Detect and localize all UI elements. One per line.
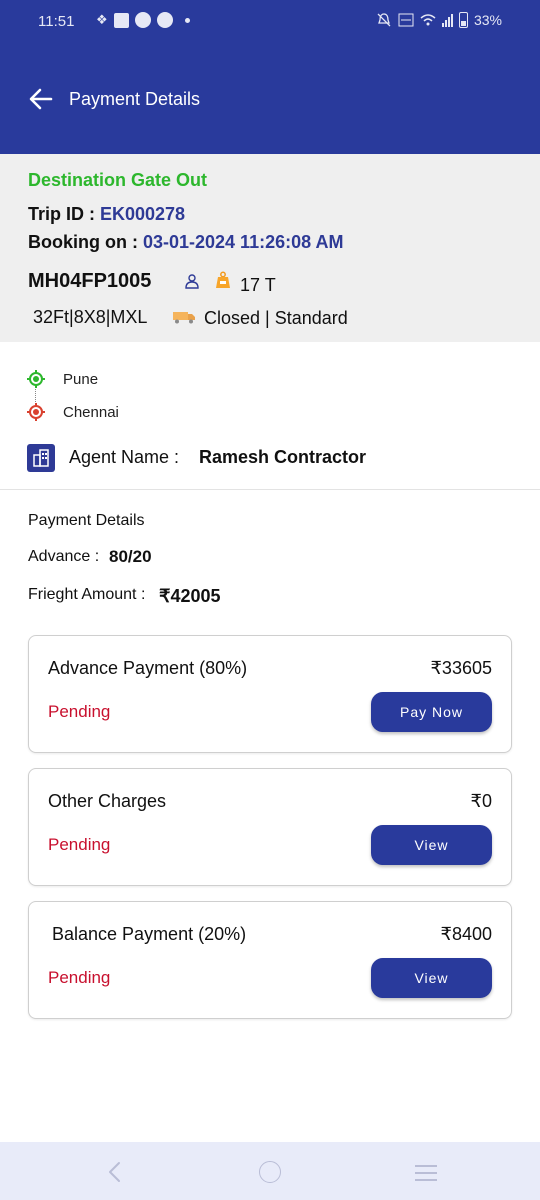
view-button[interactable]: View [371,825,492,865]
booking-label: Booking on : [28,232,143,252]
payment-details-heading: Payment Details [28,512,145,529]
signal-icon [441,13,453,27]
driver-icon [185,274,199,289]
vehicle-body-type: Closed | Standard [204,308,348,328]
vehicle-weight: 17 T [240,275,276,295]
pay-now-button[interactable]: Pay Now [371,692,492,732]
view-label: View [414,970,449,986]
balance-payment-card: Balance Payment (20%) ₹8400 Pending View [28,901,512,1019]
card-title: Balance Payment (20%) [52,924,247,944]
booking-date: 03-01-2024 11:26:08 AM [142,232,344,252]
payment-status: Pending [48,702,111,721]
app-icon [156,12,173,28]
volte-icon [398,13,414,27]
battery-icon [458,12,468,28]
route-destination: Chennai [63,404,119,421]
payment-status: Pending [48,968,111,987]
building-icon [27,444,55,472]
dot-icon [184,17,190,23]
message-icon [113,12,129,28]
mute-icon [377,13,391,27]
card-title: Other Charges [48,791,167,811]
app-icon [134,12,151,28]
view-button[interactable]: View [371,958,492,998]
trip-id-value: EK000278 [100,204,186,224]
freight-label: Frieght Amount : [28,586,146,603]
route-connector [35,389,36,402]
pay-now-label: Pay Now [399,704,464,720]
location-pin-origin-icon [27,370,45,388]
status-time: 11:51 [38,13,75,30]
vehicle-spec: 32Ft|8X8|MXL [33,307,148,327]
agent-label: Agent Name : [69,447,180,467]
card-amount: ₹8400 [440,924,493,944]
advance-payment-card: Advance Payment (80%) ₹33605 Pending Pay… [28,635,512,753]
nav-back-icon[interactable] [104,1160,124,1184]
agent-name: Ramesh Contractor [199,447,367,467]
advance-value: 80/20 [109,547,152,566]
truck-icon [173,312,195,324]
status-icons-left: ❖ [96,12,190,28]
notification-icon: ❖ [96,12,108,27]
app-header: 11:51 ❖ 33% Payment Details [0,0,540,154]
route-origin: Pune [63,371,99,388]
nav-recents-icon[interactable] [414,1164,438,1182]
advance-label: Advance : [28,548,100,565]
view-label: View [414,837,449,853]
nav-home-icon[interactable] [259,1161,281,1183]
weight-icon [216,271,230,288]
section-divider [0,489,540,490]
page-title: Payment Details [69,89,201,109]
trip-status: Destination Gate Out [28,170,208,190]
battery-percent: 33% [473,12,502,28]
booking-row: Booking on : 03-01-2024 11:26:08 AM [28,232,343,253]
payment-status: Pending [48,835,111,854]
status-icons-right: 33% [376,12,502,28]
trip-id-row: Trip ID : EK000278 [28,204,185,225]
arrow-left-icon[interactable] [28,86,54,112]
location-pin-destination-icon [27,403,45,421]
vehicle-number: MH04FP1005 [28,270,152,292]
card-amount: ₹0 [470,791,492,811]
other-charges-card: Other Charges ₹0 Pending View [28,768,512,886]
wifi-icon [420,14,436,26]
trip-id-label: Trip ID : [28,204,100,224]
card-title: Advance Payment (80%) [48,658,248,678]
freight-value: ₹42005 [159,586,221,606]
card-amount: ₹33605 [430,658,492,678]
